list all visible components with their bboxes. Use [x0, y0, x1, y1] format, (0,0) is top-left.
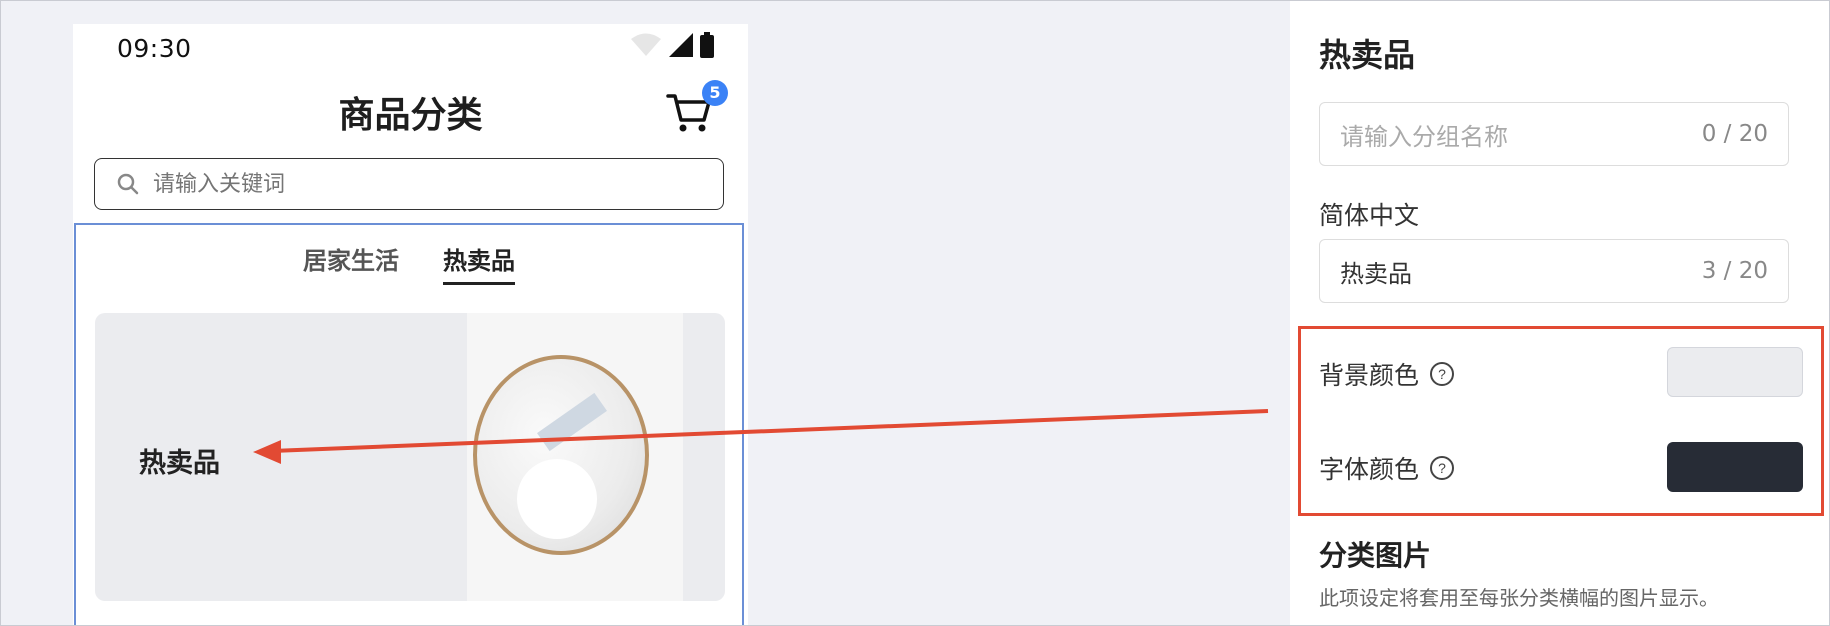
status-time: 09:30 [117, 34, 192, 63]
svg-text:?: ? [1438, 366, 1446, 382]
banner-image [467, 313, 683, 601]
help-icon[interactable]: ? [1429, 361, 1455, 387]
search-input[interactable] [151, 170, 695, 198]
banner-text: 热卖品 [139, 448, 220, 479]
category-tabs: 居家生活 热卖品 [76, 241, 742, 285]
bg-color-swatch[interactable] [1667, 347, 1803, 397]
category-banner[interactable]: 热卖品 [95, 313, 725, 601]
cart-badge: 5 [702, 80, 728, 106]
tab-hot-items[interactable]: 热卖品 [443, 241, 515, 285]
category-image-desc: 此项设定将套用至每张分类横幅的图片显示。 [1319, 586, 1719, 610]
bg-color-row: 背景颜色 ? [1319, 356, 1455, 392]
status-icons [630, 32, 714, 58]
page-title: 商品分类 [338, 95, 483, 136]
category-preview-frame: 居家生活 热卖品 热卖品 [74, 223, 744, 626]
settings-panel: 热卖品 请输入分组名称 0 / 20 简体中文 热卖品 3 / 20 背景颜色 … [1290, 0, 1830, 626]
help-icon[interactable]: ? [1429, 455, 1455, 481]
svg-text:?: ? [1438, 460, 1446, 476]
simplified-chinese-field[interactable]: 热卖品 3 / 20 [1319, 239, 1789, 303]
battery-icon [700, 32, 714, 58]
search-bar[interactable] [94, 158, 724, 210]
phone-preview: 09:30 商品分类 5 居家生活 热卖品 热卖品 [73, 24, 748, 626]
font-color-swatch[interactable] [1667, 442, 1803, 492]
wifi-icon [631, 33, 661, 56]
simplified-chinese-count: 3 / 20 [1701, 258, 1768, 284]
bg-color-label: 背景颜色 [1319, 361, 1420, 390]
group-name-count: 0 / 20 [1701, 121, 1768, 147]
group-name-field[interactable]: 请输入分组名称 0 / 20 [1319, 102, 1789, 166]
category-image-title: 分类图片 [1319, 539, 1432, 572]
simplified-chinese-label: 简体中文 [1319, 201, 1420, 230]
simplified-chinese-value: 热卖品 [1340, 259, 1412, 288]
group-name-placeholder: 请输入分组名称 [1340, 122, 1508, 151]
font-color-row: 字体颜色 ? [1319, 450, 1455, 486]
tab-home-living[interactable]: 居家生活 [303, 241, 399, 285]
signal-icon [669, 33, 693, 57]
search-icon [117, 173, 139, 195]
panel-title: 热卖品 [1319, 36, 1416, 74]
font-color-label: 字体颜色 [1319, 455, 1420, 484]
mirror-image [473, 355, 649, 555]
